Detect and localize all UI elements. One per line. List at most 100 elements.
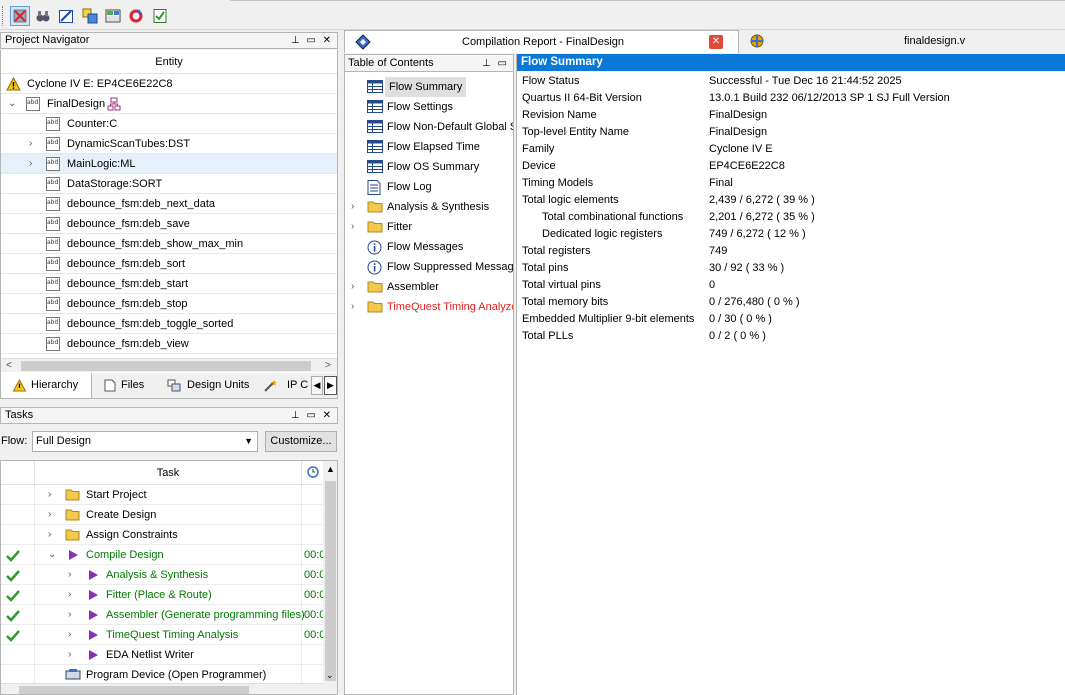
- flow-select[interactable]: Full Design ▼: [32, 431, 258, 452]
- task-row[interactable]: › TimeQuest Timing Analysis 00:0: [1, 625, 323, 645]
- toc-item[interactable]: Flow Elapsed Time: [367, 137, 513, 157]
- scrollbar-thumb[interactable]: [325, 481, 336, 681]
- close-tab-button[interactable]: ✕: [709, 35, 723, 49]
- scroll-up-icon[interactable]: ▲: [326, 464, 335, 474]
- toc-item[interactable]: › Assembler: [351, 277, 513, 297]
- chevron-right-icon[interactable]: ›: [68, 645, 71, 665]
- toc-item[interactable]: › Analysis & Synthesis: [351, 197, 513, 217]
- chevron-right-icon[interactable]: ›: [351, 197, 354, 217]
- tasks-vertical-scrollbar[interactable]: ▲ ⌄: [323, 461, 337, 694]
- summary-row[interactable]: Timing Models Final: [517, 175, 1065, 192]
- task-row[interactable]: › EDA Netlist Writer: [1, 645, 323, 665]
- entity-row[interactable]: abd debounce_fsm:deb_show_max_min: [1, 234, 337, 254]
- tabs-scroll-right-button[interactable]: ▶: [324, 376, 337, 395]
- tab-finaldesign-v[interactable]: finaldesign.v: [744, 30, 1065, 53]
- tasks-horizontal-scrollbar[interactable]: [1, 683, 323, 694]
- chevron-right-icon[interactable]: ›: [68, 565, 71, 585]
- toc-item[interactable]: Flow Settings: [367, 97, 513, 117]
- task-row[interactable]: › Assign Constraints: [1, 525, 323, 545]
- scroll-left-icon[interactable]: <: [6, 359, 12, 373]
- scrollbar-thumb[interactable]: [21, 361, 311, 371]
- entity-row[interactable]: abd debounce_fsm:deb_toggle_sorted: [1, 314, 337, 334]
- summary-row[interactable]: Total memory bits 0 / 276,480 ( 0 % ): [517, 294, 1065, 311]
- chevron-right-icon[interactable]: ›: [29, 134, 32, 154]
- top-entity-row[interactable]: ⌄ abd FinalDesign: [1, 94, 337, 114]
- entity-row[interactable]: › abd MainLogic:ML: [1, 154, 337, 174]
- task-row[interactable]: Program Device (Open Programmer): [1, 665, 323, 685]
- pin-planner-button[interactable]: [10, 6, 30, 26]
- status-column-header[interactable]: [1, 461, 35, 485]
- entity-row[interactable]: abd debounce_fsm:deb_sort: [1, 254, 337, 274]
- task-row[interactable]: › Fitter (Place & Route) 00:0: [1, 585, 323, 605]
- scroll-down-icon[interactable]: ⌄: [326, 670, 334, 681]
- entity-row[interactable]: abd DataStorage:SORT: [1, 174, 337, 194]
- design-partition-button[interactable]: [56, 6, 76, 26]
- chevron-right-icon[interactable]: ›: [351, 297, 354, 317]
- tab-files[interactable]: Files: [104, 373, 158, 398]
- toc-item[interactable]: Flow Suppressed Message: [367, 257, 513, 277]
- scrollbar-thumb[interactable]: [19, 686, 249, 694]
- entity-row[interactable]: › abd DynamicScanTubes:DST: [1, 134, 337, 154]
- entity-row[interactable]: abd debounce_fsm:deb_save: [1, 214, 337, 234]
- panel-controls[interactable]: ⊥ ▭: [482, 55, 509, 72]
- chevron-right-icon[interactable]: ›: [68, 605, 71, 625]
- chevron-down-icon[interactable]: ⌄: [48, 545, 56, 565]
- summary-row[interactable]: Total logic elements 2,439 / 6,272 ( 39 %…: [517, 192, 1065, 209]
- navigator-horizontal-scrollbar[interactable]: < >: [1, 358, 337, 372]
- chevron-right-icon[interactable]: ›: [351, 217, 354, 237]
- task-row[interactable]: › Create Design: [1, 505, 323, 525]
- entity-row[interactable]: abd debounce_fsm:deb_stop: [1, 294, 337, 314]
- refresh-button[interactable]: [126, 6, 146, 26]
- task-row[interactable]: › Analysis & Synthesis 00:0: [1, 565, 323, 585]
- chevron-right-icon[interactable]: ›: [48, 485, 51, 505]
- chevron-right-icon[interactable]: ›: [68, 585, 71, 605]
- summary-row[interactable]: Family Cyclone IV E: [517, 141, 1065, 158]
- chip-planner-button[interactable]: [33, 6, 53, 26]
- summary-row[interactable]: Total virtual pins 0: [517, 277, 1065, 294]
- tab-ip-components[interactable]: IP C: [263, 373, 311, 398]
- entity-row[interactable]: abd debounce_fsm:deb_next_data: [1, 194, 337, 214]
- entity-column-header[interactable]: Entity: [1, 50, 337, 74]
- toc-item[interactable]: Flow Summary: [367, 77, 513, 97]
- netlist-viewer-button[interactable]: [80, 6, 100, 26]
- chevron-right-icon[interactable]: ›: [351, 277, 354, 297]
- device-row[interactable]: Cyclone IV E: EP4CE6E22C8: [1, 74, 337, 94]
- summary-row[interactable]: Quartus II 64-Bit Version 13.0.1 Build 23…: [517, 90, 1065, 107]
- panel-controls[interactable]: ⊥ ▭ ✕: [291, 33, 333, 48]
- summary-row[interactable]: Total registers 749: [517, 243, 1065, 260]
- scroll-right-icon[interactable]: >: [325, 359, 331, 373]
- toc-item[interactable]: Flow Log: [367, 177, 513, 197]
- toc-item[interactable]: Flow Non-Default Global S: [367, 117, 513, 137]
- tab-compilation-report[interactable]: Compilation Report - FinalDesign ✕: [344, 30, 739, 53]
- summary-row[interactable]: Revision Name FinalDesign: [517, 107, 1065, 124]
- tabs-scroll-left-button[interactable]: ◀: [311, 376, 323, 395]
- time-column-header[interactable]: [301, 461, 323, 485]
- customize-button[interactable]: Customize...: [265, 431, 337, 452]
- entity-row[interactable]: abd debounce_fsm:deb_view: [1, 334, 337, 354]
- panel-controls[interactable]: ⊥ ▭ ✕: [291, 408, 333, 423]
- tab-design-units[interactable]: Design Units: [167, 373, 255, 398]
- chevron-down-icon[interactable]: ⌄: [8, 94, 16, 114]
- toc-item[interactable]: Flow Messages: [367, 237, 513, 257]
- summary-row[interactable]: Dedicated logic registers 749 / 6,272 ( 1…: [517, 226, 1065, 243]
- chevron-right-icon[interactable]: ›: [68, 625, 71, 645]
- chevron-right-icon[interactable]: ›: [29, 154, 32, 174]
- floorplan-button[interactable]: [103, 6, 123, 26]
- toc-item[interactable]: › TimeQuest Timing Analyze: [351, 297, 513, 317]
- task-row[interactable]: › Assembler (Generate programming files) 0…: [1, 605, 323, 625]
- chevron-right-icon[interactable]: ›: [48, 505, 51, 525]
- task-column-header[interactable]: Task: [35, 461, 301, 485]
- summary-row[interactable]: Total combinational functions 2,201 / 6,2…: [517, 209, 1065, 226]
- tab-hierarchy[interactable]: Hierarchy: [1, 373, 92, 398]
- summary-row[interactable]: Total PLLs 0 / 2 ( 0 % ): [517, 328, 1065, 345]
- summary-row[interactable]: Embedded Multiplier 9-bit elements 0 / 30…: [517, 311, 1065, 328]
- toc-item[interactable]: › Fitter: [351, 217, 513, 237]
- summary-row[interactable]: Device EP4CE6E22C8: [517, 158, 1065, 175]
- toc-item[interactable]: Flow OS Summary: [367, 157, 513, 177]
- chevron-right-icon[interactable]: ›: [48, 525, 51, 545]
- task-row[interactable]: ⌄ Compile Design 00:0: [1, 545, 323, 565]
- summary-row[interactable]: Top-level Entity Name FinalDesign: [517, 124, 1065, 141]
- summary-row[interactable]: Total pins 30 / 92 ( 33 % ): [517, 260, 1065, 277]
- entity-row[interactable]: abd debounce_fsm:deb_start: [1, 274, 337, 294]
- task-row[interactable]: › Start Project: [1, 485, 323, 505]
